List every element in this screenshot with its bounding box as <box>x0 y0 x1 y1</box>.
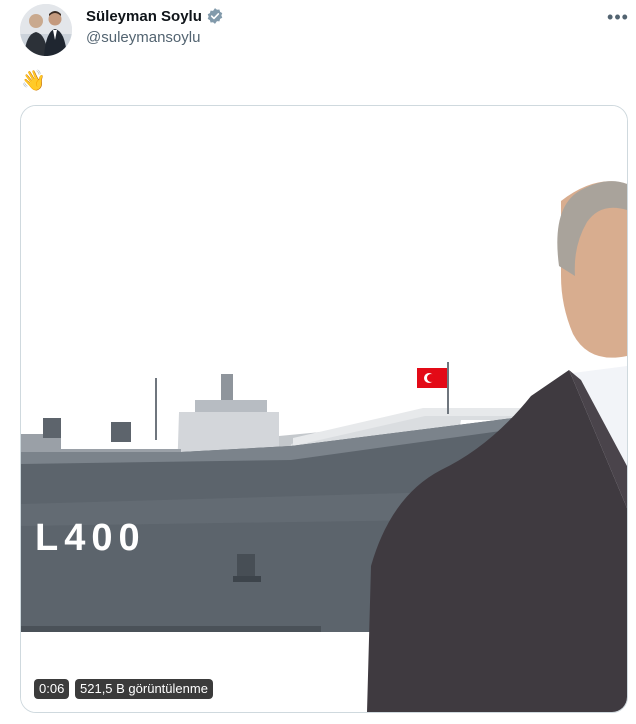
author-name-row[interactable]: Süleyman Soylu <box>86 7 224 25</box>
post-text: 👋 <box>21 70 46 92</box>
avatar[interactable] <box>20 4 72 56</box>
author-handle[interactable]: @suleymansoylu <box>86 29 200 46</box>
verified-badge-icon <box>207 8 223 24</box>
video-frame: L400 <box>21 106 627 712</box>
video-time-badge: 0:06 <box>34 679 70 699</box>
video-views-badge: 521,5 B görüntülenme <box>75 679 213 699</box>
avatar-photo <box>20 4 72 56</box>
author-name[interactable]: Süleyman Soylu <box>86 8 202 25</box>
more-dots-icon[interactable]: ••• <box>604 6 632 28</box>
tweet: Süleyman Soylu @suleymansoylu ••• 👋 L400… <box>0 0 636 724</box>
ship-hull-number: L400 <box>35 517 146 559</box>
video-player[interactable]: L400 0:06 521,5 B görüntülenme <box>20 105 628 713</box>
